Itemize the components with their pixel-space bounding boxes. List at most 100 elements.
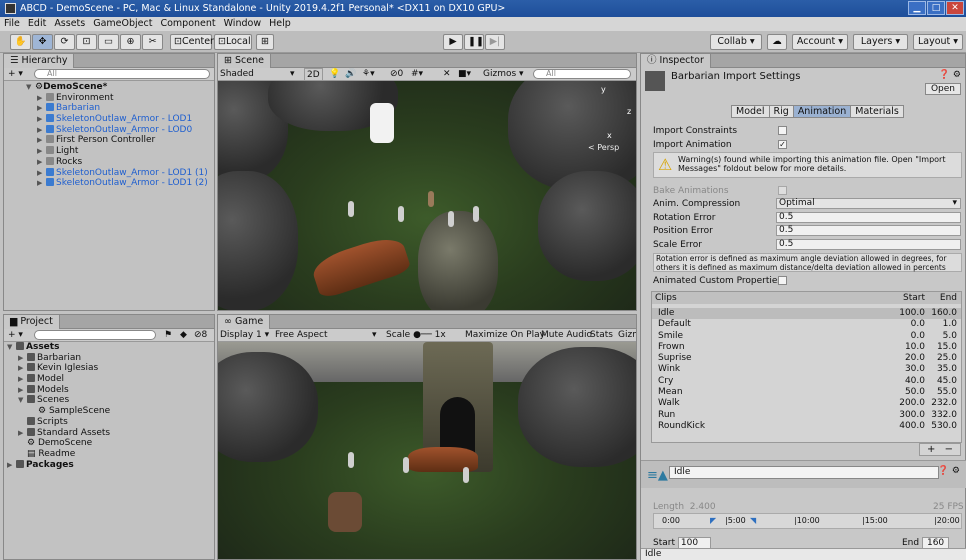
2d-toggle[interactable]: 2D (304, 68, 323, 80)
hierarchy-search-input[interactable]: All (34, 69, 210, 79)
clip-row[interactable]: Mean 50.0 55.0 (652, 387, 961, 398)
tools-icon[interactable]: ✕ (443, 68, 451, 80)
maximize-button[interactable]: □ (927, 1, 945, 15)
project-item-scenes[interactable]: ▼ Scenes (4, 395, 214, 406)
effects-toggle-icon[interactable]: ⚘▾ (362, 68, 375, 80)
step-button[interactable]: ▶| (485, 34, 505, 50)
maximize-on-play-toggle[interactable]: Maximize On Play (465, 329, 545, 341)
scene-root-item[interactable]: ▼ ⚙DemoScene* (4, 82, 214, 93)
scene-search-input[interactable]: All (533, 69, 631, 79)
scale-error-input[interactable]: 0.5 (776, 239, 961, 250)
project-item-model[interactable]: ▶ Model (4, 374, 214, 385)
hidden-objects-toggle[interactable]: ⊘0 (390, 68, 403, 80)
hierarchy-item-skeleton-lod1-2[interactable]: ▶ SkeletonOutlaw_Armor - LOD1 (2) (4, 178, 214, 189)
project-item-kevin[interactable]: ▶ Kevin Iglesias (4, 363, 214, 374)
perspective-label[interactable]: < Persp (588, 143, 619, 152)
lighting-toggle-icon[interactable]: 💡 (329, 68, 340, 80)
hidden-count[interactable]: ⊘8 (194, 329, 207, 341)
clip-name-input[interactable]: Idle (669, 466, 939, 479)
menu-gameobject[interactable]: GameObject (89, 18, 156, 29)
menu-edit[interactable]: Edit (24, 18, 50, 29)
menu-window[interactable]: Window (220, 18, 265, 29)
import-animation-checkbox[interactable]: ✓ (778, 140, 787, 149)
pause-button[interactable]: ❚❚ (464, 34, 484, 50)
transform-tool-icon[interactable]: ⊕ (120, 34, 141, 50)
add-clip-button[interactable]: + (927, 444, 935, 455)
project-item-readme[interactable]: ▤ Readme (4, 449, 214, 460)
camera-gizmo-icon[interactable] (370, 103, 394, 143)
hand-tool-icon[interactable]: ✋ (10, 34, 31, 50)
import-constraints-checkbox[interactable] (778, 126, 787, 135)
hierarchy-item-light[interactable]: ▶ Light (4, 146, 214, 157)
rotate-tool-icon[interactable]: ⟳ (54, 34, 75, 50)
gizmos-dropdown[interactable]: Gizmos ▾ (483, 68, 524, 80)
preview-bar[interactable]: Idle (641, 548, 966, 560)
shading-mode-dropdown[interactable]: Shaded (220, 68, 254, 80)
minimize-button[interactable]: ▁ (908, 1, 926, 15)
hierarchy-item-rocks[interactable]: ▶ Rocks (4, 156, 214, 168)
gizmos-toggle[interactable]: Gizmo (618, 329, 636, 341)
help-settings-icon[interactable]: ❓ ⚙ (939, 70, 961, 80)
tab-rig[interactable]: Rig (769, 106, 794, 117)
anim-compression-dropdown[interactable]: Optimal ▾ (776, 198, 961, 209)
clip-row[interactable]: Walk 200.0 232.0 (652, 398, 961, 409)
tab-animation[interactable]: Animation (793, 106, 852, 117)
layout-dropdown[interactable]: Layout ▾ (913, 34, 963, 50)
mute-audio-toggle[interactable]: Mute Audio (541, 329, 592, 341)
hierarchy-item-first-person[interactable]: ▶ First Person Controller (4, 135, 214, 146)
filter-label-icon[interactable]: ◆ (180, 329, 187, 341)
filter-type-icon[interactable]: ⚑ (164, 329, 172, 341)
move-tool-icon[interactable]: ✥ (32, 34, 53, 50)
menu-component[interactable]: Component (156, 18, 219, 29)
hierarchy-item-skeleton-lod1[interactable]: ▶ SkeletonOutlaw_Armor - LOD1 (4, 114, 214, 125)
project-item-packages[interactable]: ▶ Packages (4, 459, 214, 471)
hierarchy-item-skeleton-lod0[interactable]: ▶ SkeletonOutlaw_Armor - LOD0 (4, 124, 214, 136)
game-viewport[interactable] (218, 342, 636, 559)
tab-hierarchy[interactable]: ☰ Hierarchy (4, 54, 75, 68)
hierarchy-item-barbarian[interactable]: ▶ Barbarian (4, 103, 214, 114)
clip-row[interactable]: Idle 100.0 160.0 (652, 308, 961, 320)
camera-dropdown-icon[interactable]: ■▾ (458, 68, 471, 80)
help-settings-icon[interactable]: ❓ ⚙ (938, 466, 960, 476)
play-button[interactable]: ▶ (443, 34, 463, 50)
timeline-ruler[interactable]: 0:00 ◤ |5:00 ◥ |10:00 |15:00 |20:00 (653, 513, 962, 529)
hierarchy-item-skeleton-lod1-1[interactable]: ▶ SkeletonOutlaw_Armor - LOD1 (1) (4, 167, 214, 179)
custom-properties-checkbox[interactable] (778, 276, 787, 285)
project-item-models[interactable]: ▶ Models (4, 384, 214, 396)
display-dropdown[interactable]: Display 1 ▾ (220, 329, 269, 341)
custom-tool-icon[interactable]: ✂ (142, 34, 163, 50)
project-item-scripts[interactable]: Scripts (4, 416, 214, 428)
tab-game[interactable]: ∞ Game (218, 315, 271, 329)
clip-row[interactable]: Frown 10.0 15.0 (652, 342, 961, 353)
project-item-demoscene[interactable]: ⚙ DemoScene (4, 438, 214, 449)
layers-dropdown[interactable]: Layers ▾ (853, 34, 908, 50)
audio-toggle-icon[interactable]: 🔊 (345, 68, 356, 80)
clip-row[interactable]: Suprise 20.0 25.0 (652, 353, 961, 364)
tab-project[interactable]: ▆ Project (4, 315, 60, 329)
create-plus-icon[interactable]: + ▾ (4, 69, 23, 79)
clip-row[interactable]: Wink 30.0 35.0 (652, 364, 961, 375)
clip-row[interactable]: Smile 0.0 5.0 (652, 331, 961, 342)
scale-slider[interactable]: Scale ●── 1x (386, 329, 446, 341)
rect-tool-icon[interactable]: ▭ (98, 34, 119, 50)
project-item-assets[interactable]: ▼ Assets (4, 342, 214, 353)
pivot-local-button[interactable]: ⊡Local (214, 34, 252, 50)
hierarchy-item-environment[interactable]: ▶ Environment (4, 92, 214, 104)
clip-row[interactable]: Default 0.0 1.0 (652, 319, 961, 330)
grid-toggle-icon[interactable]: #▾ (411, 68, 423, 80)
tab-model[interactable]: Model (732, 106, 770, 117)
account-dropdown[interactable]: Account ▾ (792, 34, 848, 50)
tab-scene[interactable]: ⊞ Scene (218, 54, 271, 68)
collab-button[interactable]: Collab ▾ (710, 34, 762, 50)
rotation-error-input[interactable]: 0.5 (776, 212, 961, 223)
clip-row[interactable]: Run 300.0 332.0 (652, 410, 961, 421)
tab-inspector[interactable]: ⓘ Inspector (641, 54, 711, 68)
remove-clip-button[interactable]: − (945, 444, 953, 455)
project-item-standard-assets[interactable]: ▶ Standard Assets (4, 427, 214, 439)
project-search-input[interactable] (34, 330, 156, 340)
scene-viewport[interactable]: y z x < Persp (218, 81, 636, 310)
position-error-input[interactable]: 0.5 (776, 225, 961, 236)
open-button[interactable]: Open (924, 83, 961, 95)
timeline-start-marker[interactable]: ◤ (710, 514, 716, 528)
pivot-center-button[interactable]: ⊡Center (170, 34, 214, 50)
